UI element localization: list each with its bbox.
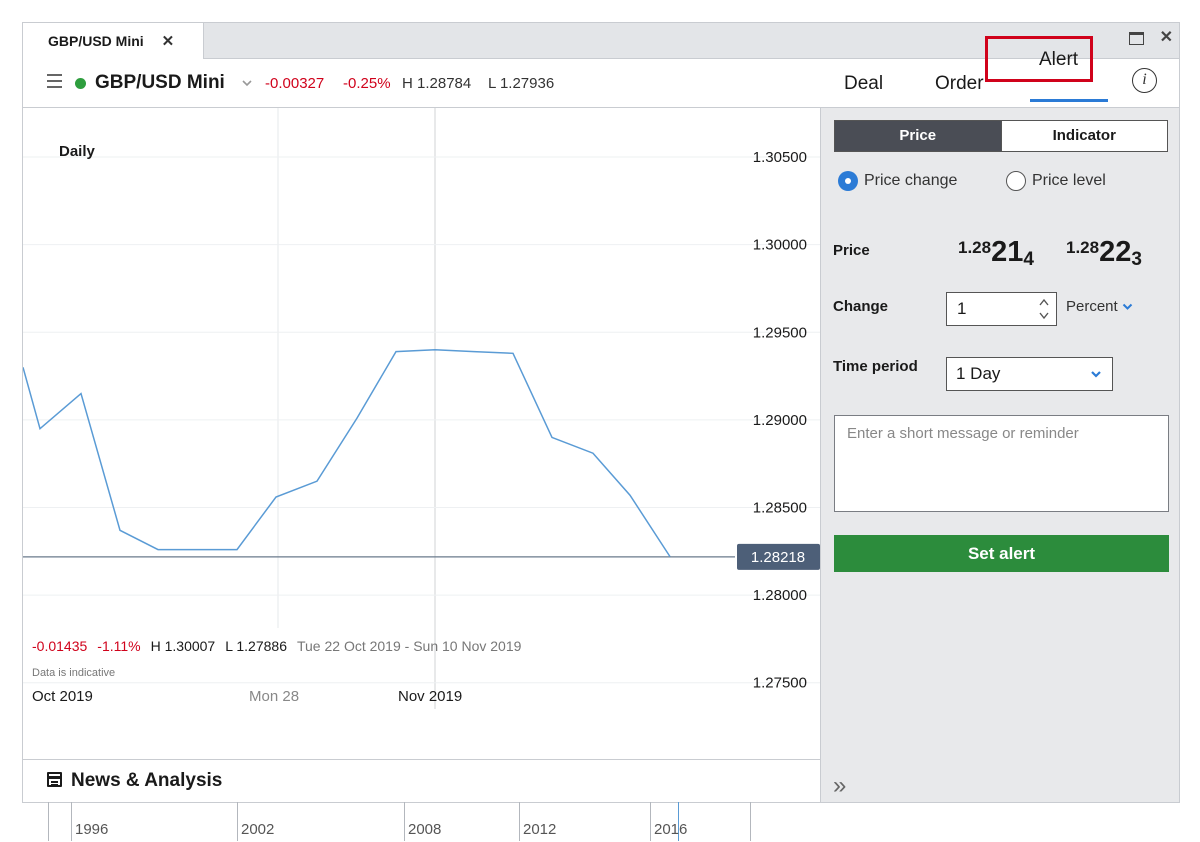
radio-unselected-icon: [1006, 171, 1026, 191]
stats-change-percent: -1.11%: [97, 638, 141, 654]
stepper-icon[interactable]: [1038, 296, 1050, 322]
info-icon[interactable]: i: [1132, 68, 1157, 93]
y-tick-label: 1.29000: [753, 412, 807, 429]
news-icon: [47, 772, 62, 787]
price-change-label: Price change: [864, 172, 958, 189]
tab-gbpusd-mini[interactable]: GBP/USD Mini ✕: [23, 23, 204, 59]
x-label-mon-28: Mon 28: [249, 688, 300, 705]
expand-panel-icon[interactable]: »: [833, 772, 847, 800]
y-tick-label: 1.28000: [753, 587, 807, 604]
timeline-year[interactable]: 2012: [523, 821, 556, 838]
y-tick-label: 1.28500: [753, 499, 807, 516]
data-indicative-note: Data is indicative: [32, 667, 116, 679]
change-input[interactable]: 1: [946, 292, 1057, 326]
price-series-line: [23, 349, 671, 558]
chart-period-label[interactable]: Daily: [59, 143, 95, 160]
timeline-year[interactable]: 2008: [408, 821, 441, 838]
chevron-down-icon: [1091, 371, 1101, 378]
tab-order[interactable]: Order: [935, 73, 984, 95]
sell-price-pips: 21: [991, 236, 1024, 268]
market-open-status-dot: [75, 78, 86, 89]
alert-type-toggle: Price Indicator: [834, 120, 1168, 152]
buy-price[interactable]: 1.28223: [1066, 236, 1142, 270]
chevron-down-icon[interactable]: [241, 77, 253, 89]
x-label-nov-2019: Nov 2019: [398, 688, 463, 705]
stats-low: L 1.27886: [225, 638, 287, 654]
time-period-label: Time period: [833, 358, 918, 375]
price-level-label: Price level: [1032, 172, 1106, 189]
y-tick-label: 1.30500: [753, 149, 807, 166]
alert-panel: Price Indicator Price change Price level…: [820, 108, 1179, 802]
tab-alert[interactable]: Alert: [1039, 49, 1078, 71]
chart-stats: -0.01435 -1.11% H 1.30007 L 1.27886 Tue …: [32, 638, 531, 654]
stats-high: H 1.30007: [150, 638, 216, 654]
indicator-segment-button[interactable]: Indicator: [1000, 121, 1167, 151]
timeline-year[interactable]: 2002: [241, 821, 274, 838]
alert-window: GBP/USD Mini ✕ ✕ GBP/USD Mini -0.00327 -…: [22, 22, 1180, 841]
sell-price[interactable]: 1.28214: [958, 236, 1034, 270]
time-period-select[interactable]: 1 Day: [946, 357, 1113, 391]
maximize-icon[interactable]: [1128, 31, 1144, 45]
buy-price-fraction: 3: [1131, 249, 1142, 270]
chart-canvas[interactable]: 1.30500 1.30000 1.29500 1.29000 1.28500 1.280…: [23, 108, 820, 709]
header-low: L 1.27936: [488, 75, 555, 92]
price-label: Price: [833, 242, 870, 259]
chevron-down-icon: [1122, 303, 1133, 310]
price-segment-button[interactable]: Price: [835, 121, 1001, 151]
stats-change: -0.01435: [32, 638, 88, 654]
price-change-radio[interactable]: Price change: [838, 171, 957, 191]
stats-date-range: Tue 22 Oct 2019 - Sun 10 Nov 2019: [296, 638, 522, 654]
set-alert-button[interactable]: Set alert: [834, 535, 1169, 572]
sell-price-fraction: 4: [1023, 249, 1034, 270]
change-value: 1: [957, 299, 967, 318]
sell-price-prefix: 1.28: [958, 238, 992, 257]
timeline-year[interactable]: 1996: [75, 821, 108, 838]
time-period-value: 1 Day: [956, 364, 1001, 383]
y-tick-label: 1.27500: [753, 675, 807, 692]
alert-message-input[interactable]: [834, 415, 1169, 512]
y-tick-label: 1.30000: [753, 237, 807, 254]
window-controls: ✕: [1128, 30, 1173, 46]
buy-price-prefix: 1.28: [1066, 238, 1100, 257]
change-label: Change: [833, 298, 889, 315]
header-change-percent: -0.25%: [343, 75, 391, 92]
price-chart[interactable]: 1.30500 1.30000 1.29500 1.29000 1.28500 1.280…: [23, 108, 820, 841]
radio-selected-icon: [838, 171, 858, 191]
x-label-oct-2019: Oct 2019: [32, 688, 93, 705]
alert-tab-underline: [1030, 99, 1108, 102]
hamburger-menu-icon[interactable]: [47, 74, 62, 88]
instrument-name[interactable]: GBP/USD Mini: [95, 72, 225, 94]
header-high: H 1.28784: [402, 75, 472, 92]
y-tick-label: 1.29500: [753, 324, 807, 341]
header-change: -0.00327: [265, 75, 325, 92]
news-analysis-label[interactable]: News & Analysis: [71, 770, 222, 792]
price-level-radio[interactable]: Price level: [1006, 171, 1106, 191]
window-close-icon[interactable]: ✕: [1160, 30, 1173, 46]
buy-price-pips: 22: [1099, 236, 1132, 268]
tab-deal[interactable]: Deal: [844, 73, 883, 95]
timeline-year[interactable]: 2016: [654, 821, 687, 838]
news-analysis-bar[interactable]: News & Analysis: [23, 759, 820, 802]
tab-close-icon[interactable]: ✕: [162, 32, 175, 50]
tab-label: GBP/USD Mini: [48, 33, 144, 49]
current-price-label: 1.28218: [751, 549, 805, 566]
change-unit-label: Percent: [1066, 298, 1118, 315]
change-unit-select[interactable]: Percent: [1066, 298, 1133, 315]
